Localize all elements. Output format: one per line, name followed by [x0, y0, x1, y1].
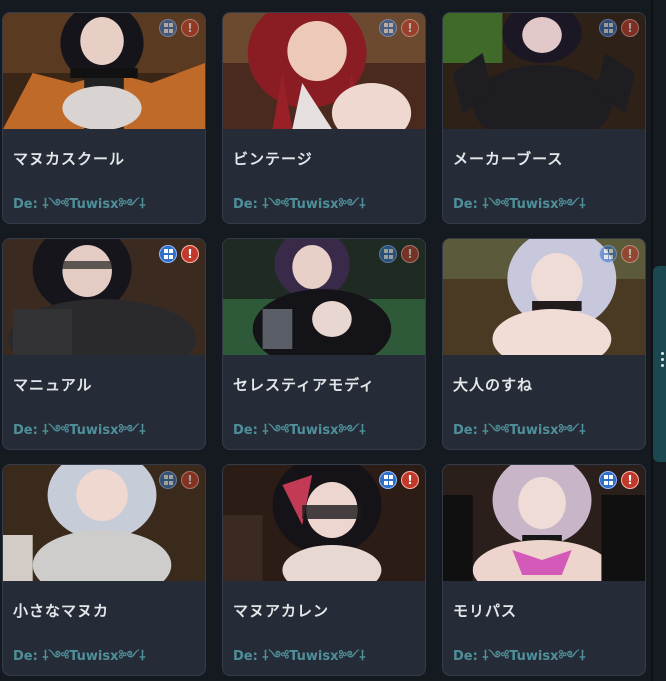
windows-icon [599, 245, 617, 263]
avatar-card[interactable]: ! 大人のすね De: ⸸༺Tuwisx༻⸸ [442, 238, 646, 450]
exclamation-icon[interactable]: ! [401, 471, 419, 489]
avatar-grid: ! マヌカスクール De: ⸸༺Tuwisx༻⸸ ! ビンテージ De: ⸸༺T… [0, 0, 666, 681]
exclamation-icon[interactable]: ! [621, 19, 639, 37]
windows-icon [379, 471, 397, 489]
avatar-title: セレスティアモディ [233, 376, 376, 394]
avatar-title: ビンテージ [233, 150, 313, 168]
avatar-title: モリパス [453, 602, 518, 620]
avatar-author[interactable]: De: ⸸༺Tuwisx༻⸸ [453, 189, 637, 223]
exclamation-icon[interactable]: ! [401, 245, 419, 263]
avatar-author[interactable]: De: ⸸༺Tuwisx༻⸸ [13, 415, 197, 449]
avatar-title: 大人のすね [453, 376, 534, 394]
avatar-title: マヌカスクール [13, 150, 126, 168]
exclamation-icon[interactable]: ! [181, 19, 199, 37]
windows-icon [159, 471, 177, 489]
avatar-author[interactable]: De: ⸸༺Tuwisx༻⸸ [233, 189, 417, 223]
windows-icon [379, 245, 397, 263]
windows-icon [599, 19, 617, 37]
avatar-author[interactable]: De: ⸸༺Tuwisx༻⸸ [453, 415, 637, 449]
exclamation-icon[interactable]: ! [181, 245, 199, 263]
avatar-author[interactable]: De: ⸸༺Tuwisx༻⸸ [233, 415, 417, 449]
avatar-card[interactable]: ! 小さなマヌカ De: ⸸༺Tuwisx༻⸸ [2, 464, 206, 676]
avatar-card[interactable]: ! セレスティアモディ De: ⸸༺Tuwisx༻⸸ [222, 238, 426, 450]
avatar-author[interactable]: De: ⸸༺Tuwisx༻⸸ [13, 189, 197, 223]
avatar-title: メーカーブース [453, 150, 564, 168]
windows-icon [159, 245, 177, 263]
avatar-card[interactable]: ! モリパス De: ⸸༺Tuwisx༻⸸ [442, 464, 646, 676]
windows-icon [379, 19, 397, 37]
avatar-author[interactable]: De: ⸸༺Tuwisx༻⸸ [233, 641, 417, 675]
avatar-title: 小さなマヌカ [13, 602, 110, 620]
exclamation-icon[interactable]: ! [401, 19, 419, 37]
exclamation-icon[interactable]: ! [181, 471, 199, 489]
avatar-card[interactable]: ! ビンテージ De: ⸸༺Tuwisx༻⸸ [222, 12, 426, 224]
avatar-title: マニュアル [13, 376, 93, 394]
avatar-card[interactable]: ! マヌアカレン De: ⸸༺Tuwisx༻⸸ [222, 464, 426, 676]
avatar-author[interactable]: De: ⸸༺Tuwisx༻⸸ [13, 641, 197, 675]
exclamation-icon[interactable]: ! [621, 245, 639, 263]
exclamation-icon[interactable]: ! [621, 471, 639, 489]
avatar-title: マヌアカレン [233, 602, 330, 620]
avatar-card[interactable]: ! マヌカスクール De: ⸸༺Tuwisx༻⸸ [2, 12, 206, 224]
avatar-author[interactable]: De: ⸸༺Tuwisx༻⸸ [453, 641, 637, 675]
avatar-card[interactable]: ! マニュアル De: ⸸༺Tuwisx༻⸸ [2, 238, 206, 450]
windows-icon [599, 471, 617, 489]
scrollbar-grip-icon[interactable] [659, 352, 665, 367]
avatar-card[interactable]: ! メーカーブース De: ⸸༺Tuwisx༻⸸ [442, 12, 646, 224]
windows-icon [159, 19, 177, 37]
